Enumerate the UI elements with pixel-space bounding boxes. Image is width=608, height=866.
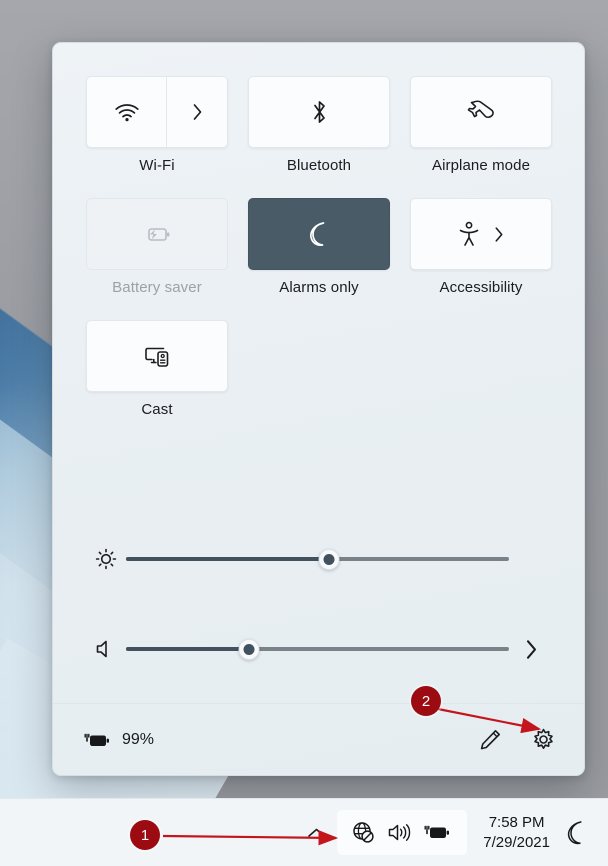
moon-do-not-disturb-icon: [567, 821, 582, 845]
clock-date: 7/29/2021: [483, 833, 550, 851]
quick-settings-footer: 99%: [53, 703, 584, 775]
taskbar-overflow-button[interactable]: [299, 811, 333, 855]
battery-charging-icon: [84, 733, 109, 746]
battery-status-group: 99%: [83, 730, 154, 750]
taskbar-clock[interactable]: 7:58 PM 7/29/2021: [483, 813, 550, 851]
volume-slider-row: [86, 620, 553, 678]
chevron-right-icon: [526, 639, 536, 659]
tile-row: Battery saver Alarms only Accessibility: [86, 198, 553, 296]
tile-label-cast: Cast: [141, 401, 173, 418]
taskbar: 7:58 PM 7/29/2021: [0, 798, 608, 866]
battery-saver-icon: [148, 228, 170, 241]
quick-settings-panel: Wi-Fi Bluetooth Airplane mode Battery sa…: [52, 42, 585, 776]
tile-cell-empty: [248, 320, 390, 418]
volume-track[interactable]: [126, 638, 509, 660]
quick-tile-bluetooth[interactable]: [248, 76, 390, 148]
tile-label-wifi: Wi-Fi: [139, 157, 175, 174]
footer-action-buttons: [478, 727, 556, 752]
tile-cell-battery-saver: Battery saver: [86, 198, 228, 296]
battery-charging-icon[interactable]: [423, 822, 453, 843]
tile-cell-bluetooth: Bluetooth: [248, 76, 390, 174]
tile-label-accessibility: Accessibility: [439, 279, 523, 296]
accessibility-inner: [458, 221, 504, 247]
quick-tile-cast[interactable]: [86, 320, 228, 392]
volume-track-fill: [126, 647, 249, 651]
quick-tile-accessibility[interactable]: [410, 198, 552, 270]
gear-icon[interactable]: [531, 727, 556, 752]
quick-tile-wifi[interactable]: [86, 76, 228, 148]
battery-percent-label: 99%: [122, 730, 155, 748]
tile-label-bluetooth: Bluetooth: [286, 157, 352, 174]
wifi-toggle-area[interactable]: [87, 77, 166, 147]
tile-cell-airplane-mode: Airplane mode: [410, 76, 552, 174]
brightness-slider-row: [86, 530, 553, 588]
quick-tile-alarms-only[interactable]: [248, 198, 390, 270]
brightness-track[interactable]: [126, 548, 509, 570]
quick-tile-airplane-mode[interactable]: [410, 76, 552, 148]
notification-bell-button[interactable]: [556, 811, 596, 855]
quick-tile-battery-saver[interactable]: [86, 198, 228, 270]
chevron-right-icon: [193, 104, 201, 120]
brightness-thumb[interactable]: [318, 548, 340, 570]
annotation-badge-2: 2: [411, 686, 441, 716]
airplane-icon: [467, 100, 494, 119]
quick-settings-sliders: [86, 530, 553, 710]
tile-label-battery-saver: Battery saver: [112, 279, 202, 296]
wifi-icon: [114, 104, 139, 122]
wifi-expand-button[interactable]: [167, 77, 227, 147]
annotation-badge-1: 1: [130, 820, 160, 850]
tile-label-airplane-mode: Airplane mode: [431, 157, 531, 174]
quick-settings-tile-grid: Wi-Fi Bluetooth Airplane mode Battery sa…: [86, 76, 553, 442]
globe-no-internet-icon[interactable]: [351, 820, 376, 845]
tile-row: Wi-Fi Bluetooth Airplane mode: [86, 76, 553, 174]
brightness-sun-icon: [95, 548, 117, 570]
edit-pencil-icon[interactable]: [478, 727, 503, 752]
volume-icon-wrap: [86, 638, 126, 660]
speaker-icon[interactable]: [387, 822, 412, 843]
volume-speaker-icon: [96, 640, 107, 658]
tile-cell-cast: Cast: [86, 320, 228, 418]
accessibility-person-icon: [459, 221, 479, 246]
tile-cell-accessibility: Accessibility: [410, 198, 552, 296]
brightness-track-fill: [126, 557, 329, 561]
volume-thumb[interactable]: [238, 638, 260, 660]
taskbar-tray-group[interactable]: [337, 810, 468, 855]
volume-expand-button[interactable]: [509, 639, 553, 660]
chevron-up-icon: [307, 828, 325, 837]
screen: Wi-Fi Bluetooth Airplane mode Battery sa…: [0, 0, 608, 866]
tile-cell-wifi: Wi-Fi: [86, 76, 228, 174]
tile-cell-alarms-only: Alarms only: [248, 198, 390, 296]
tile-cell-empty: [410, 320, 552, 418]
chevron-right-icon[interactable]: [494, 226, 504, 243]
clock-time: 7:58 PM: [488, 814, 545, 832]
tile-row: Cast: [86, 320, 553, 418]
brightness-icon-wrap: [86, 547, 126, 571]
moon-icon: [310, 222, 325, 247]
tile-label-alarms-only: Alarms only: [279, 279, 359, 296]
cast-icon: [145, 347, 169, 367]
bluetooth-icon: [313, 101, 325, 123]
